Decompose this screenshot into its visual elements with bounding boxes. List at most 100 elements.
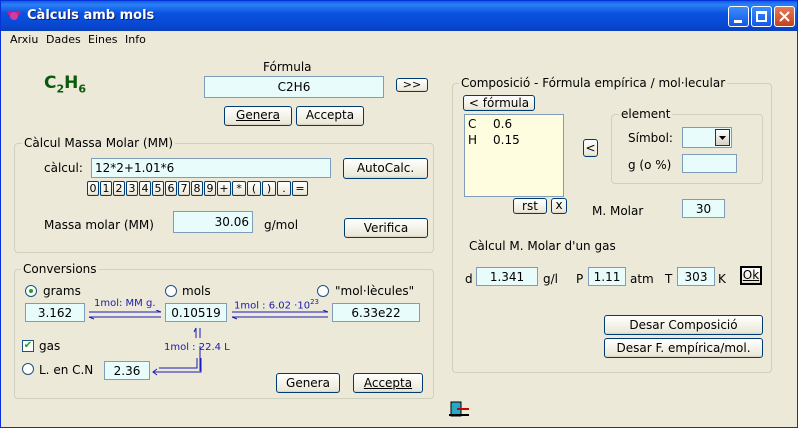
key-1[interactable]: 1 — [100, 181, 112, 196]
maximize-icon — [756, 11, 767, 22]
density-input[interactable]: 1.341 — [476, 267, 538, 286]
molar-mass-comp-input[interactable]: 30 — [682, 199, 725, 218]
conversions-accept-label: Accepta — [363, 376, 413, 390]
menu-arxiu[interactable]: Arxiu — [10, 33, 38, 46]
ok-button[interactable]: Ok — [740, 266, 762, 285]
app-icon — [7, 10, 21, 20]
autocalc-button[interactable]: AutoCalc. — [343, 158, 428, 179]
chevron-down-icon[interactable] — [715, 129, 730, 146]
pressure-unit: atm — [630, 272, 654, 286]
key-plus[interactable]: + — [217, 181, 231, 196]
minimize-icon — [734, 20, 742, 23]
grams-radio[interactable] — [25, 285, 37, 297]
formula-accept-button[interactable]: Accepta — [296, 106, 364, 126]
key-8[interactable]: 8 — [191, 181, 203, 196]
mols-label: mols — [182, 284, 211, 298]
molar-mass-label: Massa molar (MM) — [44, 218, 154, 232]
maximize-button[interactable] — [751, 6, 772, 27]
close-button[interactable] — [774, 6, 795, 27]
mols-liters-label: 1mol : 22.4 L — [164, 342, 230, 353]
save-composition-button[interactable]: Desar Composició — [604, 315, 763, 335]
menu-dades[interactable]: Dades — [46, 33, 81, 46]
calc-keypad: 0 1 2 3 4 5 6 7 8 9 + * ( ) . = — [87, 181, 309, 196]
liters-radio[interactable] — [22, 363, 34, 375]
key-equals[interactable]: = — [292, 181, 308, 196]
add-to-list-button[interactable]: < — [583, 139, 598, 157]
window-title: Càlculs amb mols — [27, 8, 155, 23]
grams-mols-label: 1mol: MM g. — [94, 298, 156, 309]
grams-mols-arrow-icon — [88, 310, 162, 320]
formula-generate-button[interactable]: Genera — [224, 106, 292, 126]
calc-label: càlcul: — [44, 161, 83, 175]
conversions-accept-button[interactable]: Accepta — [353, 373, 423, 393]
key-4[interactable]: 4 — [139, 181, 151, 196]
molecules-label: "mol·lècules" — [335, 284, 415, 298]
formula-c: C — [44, 73, 57, 93]
formula-sub2: 6 — [78, 82, 87, 96]
grams-input[interactable]: 3.162 — [25, 303, 85, 322]
close-icon — [779, 11, 790, 22]
minimize-button[interactable] — [728, 6, 749, 27]
conversions-generate-button[interactable]: Genera — [276, 373, 340, 393]
title-bar: Càlculs amb mols — [1, 1, 797, 31]
key-dot[interactable]: . — [277, 181, 291, 196]
molar-mass-comp-label: M. Molar — [592, 204, 644, 218]
list-item[interactable]: C 0.6 — [468, 117, 512, 131]
molar-mass-unit: g/mol — [264, 218, 299, 232]
key-2[interactable]: 2 — [113, 181, 125, 196]
temperature-label: T — [665, 272, 673, 286]
menu-info[interactable]: Info — [125, 33, 146, 46]
symbol-select[interactable] — [682, 127, 732, 148]
gas-label: gas — [39, 339, 61, 353]
save-empirical-button[interactable]: Desar F. empírica/mol. — [604, 338, 763, 358]
molar-mass-legend: Càlcul Massa Molar (MM) — [22, 136, 175, 150]
composition-list[interactable]: C 0.6 H 0.15 — [464, 114, 564, 197]
gas-molar-title: Càlcul M. Molar d'un gas — [469, 239, 616, 253]
formula-h: H — [64, 73, 79, 93]
temperature-unit: K — [718, 272, 726, 286]
density-label: d — [465, 272, 473, 286]
molar-mass-input[interactable]: 30.06 — [173, 211, 253, 233]
formula-sub1: 2 — [56, 82, 65, 96]
list-item-value: 0.6 — [493, 117, 513, 131]
composition-legend: Composició - Fórmula empírica / mol·lecu… — [459, 76, 728, 90]
temperature-input[interactable]: 303 — [677, 267, 715, 286]
conversions-legend: Conversions — [21, 262, 99, 276]
verify-button[interactable]: Verifica — [344, 218, 428, 238]
formula-next-button[interactable]: >> — [396, 78, 428, 92]
molecules-input[interactable]: 6.33e22 — [332, 303, 420, 322]
exit-door-icon[interactable] — [447, 401, 471, 417]
key-7[interactable]: 7 — [178, 181, 190, 196]
grams-label: grams — [43, 284, 81, 298]
molecules-radio[interactable] — [317, 285, 329, 297]
remove-button[interactable]: x — [551, 198, 567, 214]
key-3[interactable]: 3 — [126, 181, 138, 196]
mols-radio[interactable] — [165, 285, 177, 297]
key-multiply[interactable]: * — [232, 181, 246, 196]
key-5[interactable]: 5 — [152, 181, 164, 196]
element-group — [611, 114, 763, 184]
list-item[interactable]: H 0.15 — [468, 133, 520, 147]
gas-checkbox[interactable]: ✔ — [22, 340, 34, 352]
pressure-input[interactable]: 1.11 — [588, 267, 626, 286]
calc-input[interactable]: 12*2+1.01*6 — [91, 158, 331, 178]
key-0[interactable]: 0 — [87, 181, 99, 196]
key-close-paren[interactable]: ) — [262, 181, 276, 196]
key-9[interactable]: 9 — [204, 181, 216, 196]
reset-button[interactable]: rst — [513, 198, 547, 214]
formula-label: Fórmula — [263, 60, 312, 74]
formula-back-button[interactable]: < fórmula — [463, 95, 535, 111]
grams-pct-label: g (o %) — [628, 158, 672, 172]
menu-bar: Arxiu Dades Eines Info — [1, 31, 797, 49]
density-unit: g/l — [543, 272, 558, 286]
liters-input[interactable]: 2.36 — [104, 361, 150, 380]
pressure-label: P — [576, 272, 584, 286]
menu-eines[interactable]: Eines — [88, 33, 117, 46]
key-6[interactable]: 6 — [165, 181, 177, 196]
list-item-element: C — [468, 117, 477, 131]
formula-input[interactable]: C2H6 — [204, 76, 384, 98]
list-item-element: H — [468, 133, 478, 147]
grams-pct-input[interactable] — [682, 154, 737, 173]
key-open-paren[interactable]: ( — [247, 181, 261, 196]
mols-input[interactable]: 0.10519 — [165, 303, 227, 322]
